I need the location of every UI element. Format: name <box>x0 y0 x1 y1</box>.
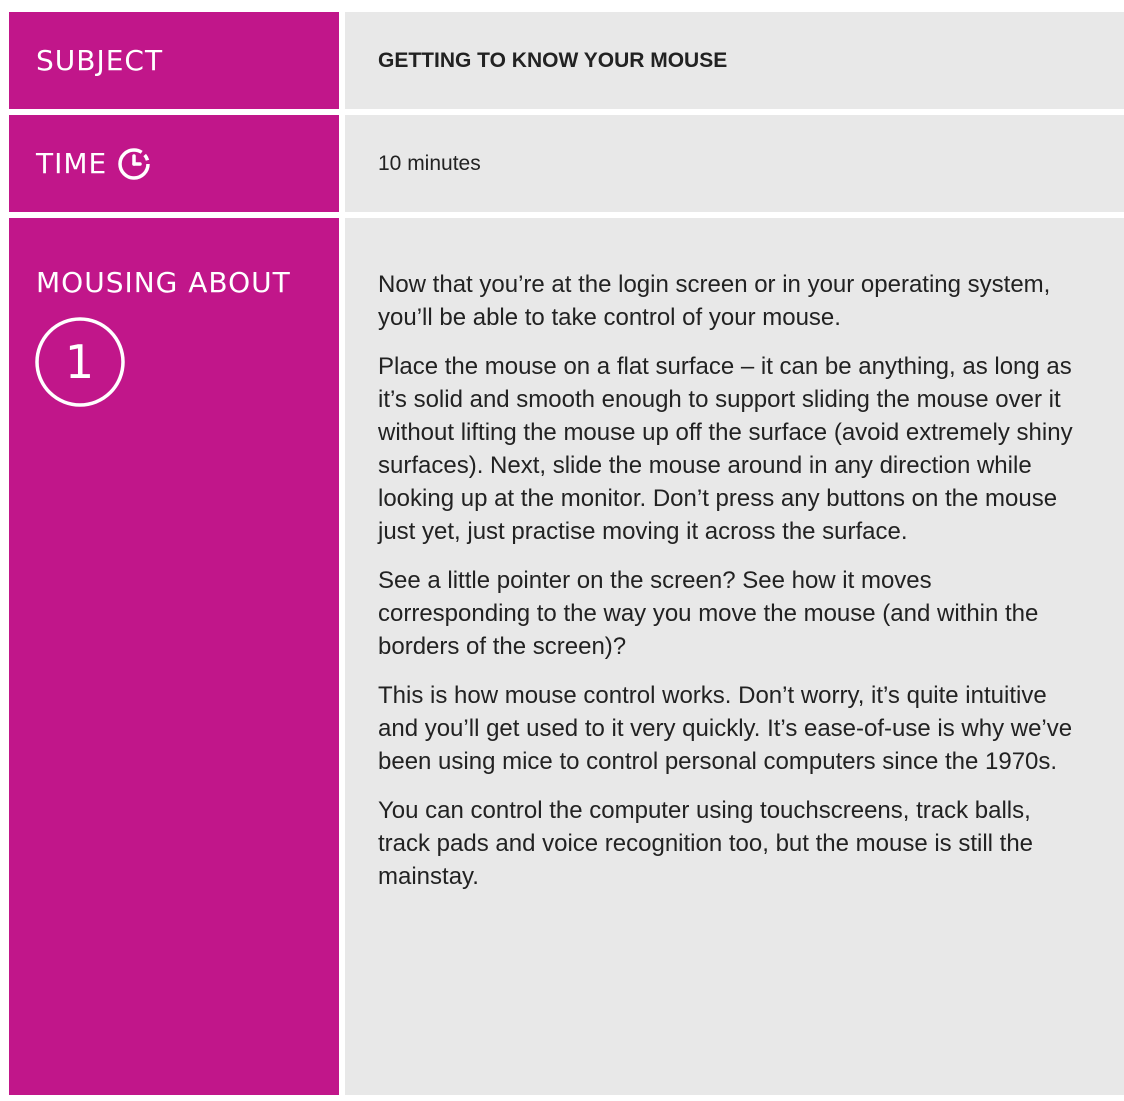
subject-label-cell: SUBJECT <box>9 12 339 109</box>
clock-icon <box>118 147 150 180</box>
time-row: TIME 10 minutes <box>9 115 1124 212</box>
mousing-content-cell: Now that you’re at the login screen or i… <box>345 218 1124 1095</box>
mousing-label: MOUSING ABOUT <box>36 266 291 299</box>
paragraph-pointer: See a little pointer on the screen? See … <box>378 567 1039 660</box>
subject-row: SUBJECT GETTING TO KNOW YOUR MOUSE <box>9 12 1124 109</box>
paragraph-alternatives: You can control the computer using touch… <box>378 797 1034 890</box>
time-label-group: TIME <box>36 147 151 181</box>
paragraph-intro: Now that you’re at the login screen or i… <box>378 271 1051 331</box>
time-content-cell: 10 minutes <box>345 115 1124 212</box>
time-value: 10 minutes <box>378 151 481 175</box>
subject-label: SUBJECT <box>36 44 164 77</box>
step-number-icon: 1 <box>35 317 125 407</box>
mousing-row: MOUSING ABOUT 1 Now that you’re at the l… <box>9 218 1124 1095</box>
subject-content-cell: GETTING TO KNOW YOUR MOUSE <box>345 12 1124 109</box>
instructions-body: Now that you’re at the login screen or i… <box>378 268 1078 909</box>
lesson-card: SUBJECT GETTING TO KNOW YOUR MOUSE TIME … <box>9 12 1124 1101</box>
time-label-cell: TIME <box>9 115 339 212</box>
paragraph-mouse-control: This is how mouse control works. Don’t w… <box>378 682 1073 775</box>
step-number: 1 <box>65 335 95 389</box>
subject-title: GETTING TO KNOW YOUR MOUSE <box>378 48 728 72</box>
mousing-label-cell: MOUSING ABOUT 1 <box>9 218 339 1095</box>
paragraph-place-mouse: Place the mouse on a flat surface – it c… <box>378 353 1073 545</box>
time-label: TIME <box>36 147 108 180</box>
